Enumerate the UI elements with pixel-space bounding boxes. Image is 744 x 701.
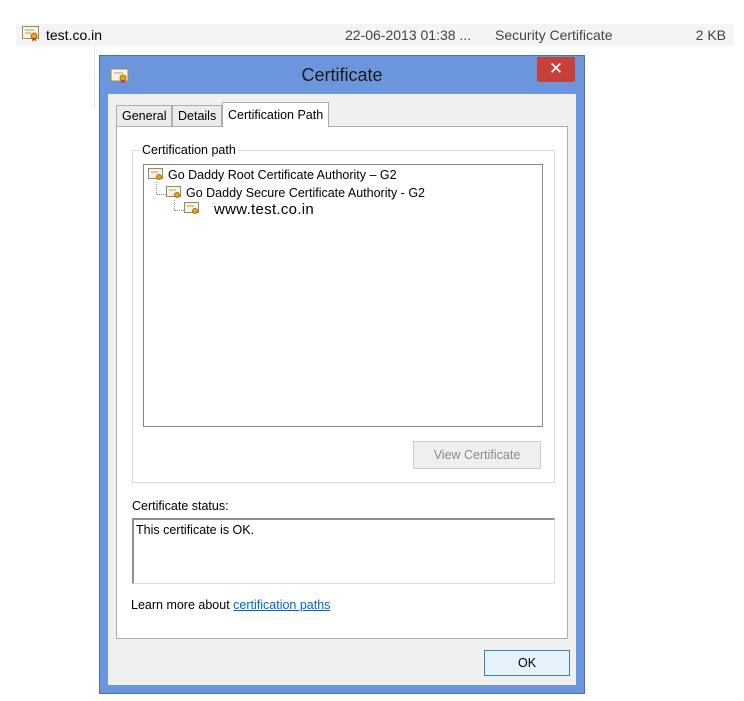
learn-more-text: Learn more about certification paths bbox=[131, 598, 330, 612]
dialog-client-area: General Details Certification Path Certi… bbox=[108, 94, 576, 685]
file-size: 2 KB bbox=[695, 27, 726, 43]
learn-more-prefix: Learn more about bbox=[131, 598, 234, 612]
tree-node-label: www.test.co.in bbox=[214, 201, 315, 218]
certification-path-tree[interactable]: Go Daddy Root Certificate Authority – G2… bbox=[143, 164, 543, 427]
file-list-row[interactable]: test.co.in 22-06-2013 01:38 ... Security… bbox=[16, 24, 734, 46]
close-button[interactable]: ✕ bbox=[537, 57, 575, 82]
certification-path-label: Certification path bbox=[140, 143, 238, 157]
certificate-icon bbox=[148, 168, 163, 180]
explorer-divider bbox=[94, 46, 95, 108]
tab-general[interactable]: General bbox=[116, 105, 173, 126]
certificate-status-text: This certificate is OK. bbox=[136, 523, 255, 537]
certificate-icon bbox=[22, 26, 39, 42]
file-name: test.co.in bbox=[46, 27, 103, 43]
tab-certification-path[interactable]: Certification Path bbox=[222, 102, 330, 127]
view-certificate-button[interactable]: View Certificate bbox=[413, 441, 541, 469]
tree-connector bbox=[174, 210, 184, 211]
tree-connector bbox=[156, 194, 166, 195]
dialog-title: Certificate bbox=[301, 65, 383, 85]
certificate-status-box[interactable]: This certificate is OK. bbox=[132, 518, 555, 584]
file-type: Security Certificate bbox=[495, 27, 613, 43]
ok-button[interactable]: OK bbox=[484, 650, 570, 676]
certificate-status-label: Certificate status: bbox=[132, 499, 229, 513]
certificate-icon bbox=[166, 186, 181, 198]
certificate-dialog: Certificate ✕ General Details Certificat… bbox=[99, 55, 585, 694]
tree-node-label: Go Daddy Root Certificate Authority – G2 bbox=[168, 168, 397, 182]
tab-details[interactable]: Details bbox=[172, 105, 223, 126]
file-date-modified: 22-06-2013 01:38 ... bbox=[345, 27, 472, 43]
tree-node-label: Go Daddy Secure Certificate Authority - … bbox=[186, 186, 425, 200]
certificate-icon bbox=[184, 202, 199, 214]
certification-path-page: Certification path Go Daddy Root Certifi… bbox=[116, 126, 568, 639]
certification-paths-link[interactable]: certification paths bbox=[233, 598, 330, 612]
